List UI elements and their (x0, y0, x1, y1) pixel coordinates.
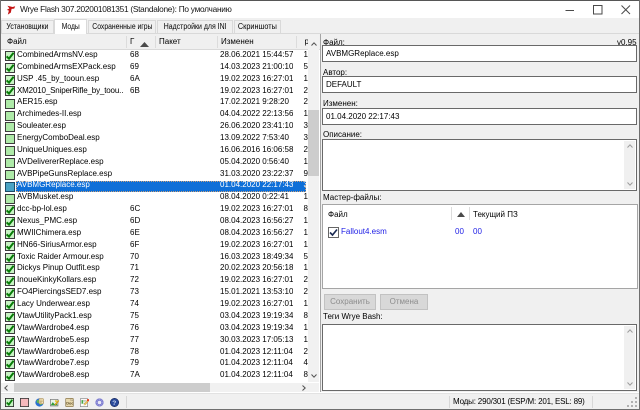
svg-text:Doc: Doc (66, 401, 74, 406)
svg-text:?: ? (112, 400, 116, 407)
